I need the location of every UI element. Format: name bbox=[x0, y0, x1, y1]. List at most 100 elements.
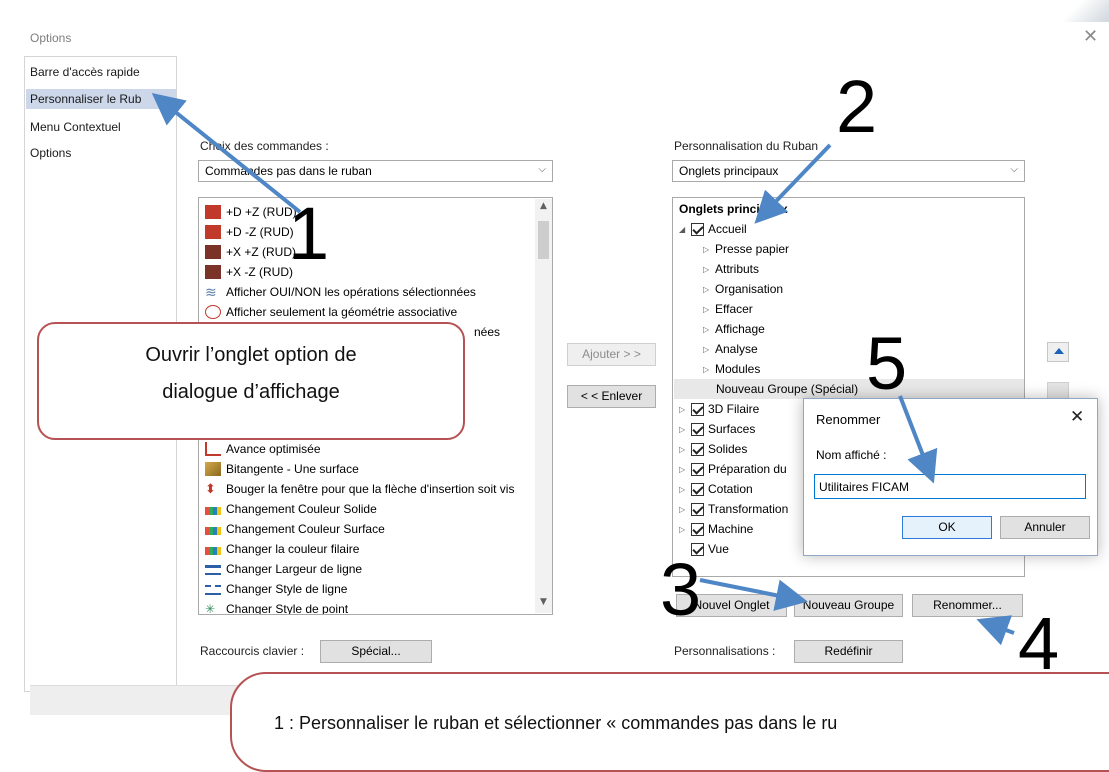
list-item[interactable]: +X -Z (RUD) bbox=[205, 262, 293, 282]
tree-item[interactable]: ▷ Transformation bbox=[679, 499, 788, 519]
list-item[interactable]: +X +Z (RUD) bbox=[205, 242, 296, 262]
arrow-up-icon bbox=[1054, 348, 1064, 354]
list-item[interactable]: Changer Largeur de ligne bbox=[205, 559, 362, 579]
instruction-callout-bottom: 1 : Personnaliser le ruban et sélectionn… bbox=[230, 672, 1109, 772]
checkbox[interactable] bbox=[691, 402, 704, 416]
tree-item-accueil[interactable]: ◢ Accueil bbox=[679, 219, 747, 239]
commands-combo-value: Commandes pas dans le ruban bbox=[205, 164, 372, 178]
waves-icon: ≋ bbox=[205, 284, 217, 300]
tree-item[interactable]: ▷ Surfaces bbox=[679, 419, 755, 439]
arrow-4 bbox=[976, 615, 1015, 646]
rename-button[interactable]: Renommer... bbox=[912, 594, 1023, 617]
scroll-down-icon[interactable]: ▼ bbox=[535, 597, 552, 607]
display-name-input[interactable] bbox=[814, 474, 1086, 499]
step-number-2: 2 bbox=[836, 65, 878, 148]
collapsed-triangle-icon[interactable]: ▷ bbox=[703, 345, 715, 354]
step-number-3: 3 bbox=[660, 548, 702, 631]
collapsed-triangle-icon[interactable]: ▷ bbox=[703, 265, 715, 274]
line-width-icon bbox=[205, 565, 221, 575]
list-item[interactable]: Avance optimisée bbox=[205, 439, 321, 459]
collapsed-triangle-icon[interactable]: ▷ bbox=[679, 505, 691, 514]
cancel-button[interactable]: Annuler bbox=[1000, 516, 1090, 539]
ok-button[interactable]: OK bbox=[902, 516, 992, 539]
tree-item[interactable]: ▷ 3D Filaire bbox=[679, 399, 759, 419]
tree-item[interactable]: ▷ Solides bbox=[679, 439, 747, 459]
red-grid-icon bbox=[205, 205, 221, 219]
tree-item[interactable]: ▷ Presse papier bbox=[703, 239, 789, 259]
close-icon[interactable]: ✕ bbox=[1070, 407, 1084, 427]
list-item[interactable]: +D -Z (RUD) bbox=[205, 222, 294, 242]
new-group-button[interactable]: Nouveau Groupe bbox=[794, 594, 903, 617]
checkbox[interactable] bbox=[691, 222, 704, 236]
commands-scrollbar[interactable]: ▲ ▼ bbox=[535, 199, 552, 613]
step-number-5: 5 bbox=[866, 322, 908, 405]
nav-item-context-menu[interactable]: Menu Contextuel bbox=[30, 120, 121, 134]
geometry-icon bbox=[205, 305, 221, 319]
tree-item[interactable]: ▷ Cotation bbox=[679, 479, 753, 499]
collapsed-triangle-icon[interactable]: ▷ bbox=[679, 485, 691, 494]
ribbon-combo[interactable]: Onglets principaux ⌵ bbox=[672, 160, 1025, 182]
collapsed-triangle-icon[interactable]: ▷ bbox=[703, 305, 715, 314]
move-up-button[interactable] bbox=[1047, 342, 1069, 362]
dark-grid-icon bbox=[205, 265, 221, 279]
tree-item[interactable]: ▷ Affichage bbox=[703, 319, 765, 339]
list-item[interactable]: Changement Couleur Solide bbox=[205, 499, 377, 519]
collapsed-triangle-icon[interactable]: ▷ bbox=[703, 325, 715, 334]
checkbox[interactable] bbox=[691, 482, 704, 496]
callout-line-2: dialogue d’affichage bbox=[162, 381, 340, 403]
red-grid-icon bbox=[205, 225, 221, 239]
checkbox[interactable] bbox=[691, 502, 704, 516]
tree-item-new-group-special[interactable]: Nouveau Groupe (Spécial) bbox=[674, 379, 1024, 399]
optimized-feed-icon bbox=[205, 442, 221, 456]
special-button[interactable]: Spécial... bbox=[320, 640, 432, 663]
tree-item[interactable]: ▷ Attributs bbox=[703, 259, 759, 279]
close-icon[interactable]: ✕ bbox=[1083, 26, 1098, 47]
list-item[interactable]: ⬍ Bouger la fenêtre pour que la flèche d'… bbox=[205, 479, 514, 499]
reset-button[interactable]: Redéfinir bbox=[794, 640, 903, 663]
list-item[interactable]: Bitangente - Une surface bbox=[205, 459, 359, 479]
collapsed-triangle-icon[interactable]: ▷ bbox=[703, 245, 715, 254]
checkbox[interactable] bbox=[691, 422, 704, 436]
tree-item[interactable]: ▷ Modules bbox=[703, 359, 760, 379]
shortcuts-label: Raccourcis clavier : bbox=[200, 644, 305, 658]
list-item[interactable]: nées bbox=[474, 322, 500, 342]
list-item[interactable]: Changer la couleur filaire bbox=[205, 539, 359, 559]
add-button[interactable]: Ajouter > > bbox=[567, 343, 656, 366]
rename-dialog: Renommer ✕ Nom affiché : OK Annuler bbox=[803, 398, 1098, 556]
list-item[interactable]: Changer Style de ligne bbox=[205, 579, 347, 599]
tree-header: Onglets principaux bbox=[679, 202, 788, 216]
collapsed-triangle-icon[interactable]: ▷ bbox=[679, 405, 691, 414]
nav-item-quick-access[interactable]: Barre d'accès rapide bbox=[30, 65, 140, 79]
step-number-4: 4 bbox=[1018, 602, 1060, 685]
list-item[interactable]: ≋ Afficher OUI/NON les opérations sélecti… bbox=[205, 282, 476, 302]
scrollbar-thumb[interactable] bbox=[538, 221, 549, 259]
checkbox[interactable] bbox=[691, 442, 704, 456]
collapsed-triangle-icon[interactable]: ▷ bbox=[679, 425, 691, 434]
arrow-1 bbox=[151, 92, 302, 214]
scroll-up-icon[interactable]: ▲ bbox=[535, 201, 552, 211]
tree-item[interactable]: ▷ Analyse bbox=[703, 339, 758, 359]
color-grid-icon bbox=[205, 507, 221, 515]
collapsed-triangle-icon[interactable]: ▷ bbox=[703, 365, 715, 374]
collapsed-triangle-icon[interactable]: ▷ bbox=[679, 445, 691, 454]
checkbox[interactable] bbox=[691, 462, 704, 476]
nav-item-customize-ribbon[interactable]: Personnaliser le Rub bbox=[26, 89, 176, 109]
tree-item[interactable]: ▷ Effacer bbox=[703, 299, 753, 319]
nav-item-options[interactable]: Options bbox=[30, 146, 71, 160]
list-item[interactable]: +D +Z (RUD) bbox=[205, 202, 297, 222]
tree-item[interactable]: ▷ Machine bbox=[679, 519, 753, 539]
ribbon-combo-value: Onglets principaux bbox=[679, 164, 779, 178]
tree-item[interactable]: ▷ Organisation bbox=[703, 279, 783, 299]
remove-button[interactable]: < < Enlever bbox=[567, 385, 656, 408]
checkbox[interactable] bbox=[691, 522, 704, 536]
tree-item[interactable]: ▷ Préparation du bbox=[679, 459, 787, 479]
collapsed-triangle-icon[interactable]: ▷ bbox=[703, 285, 715, 294]
collapsed-triangle-icon[interactable]: ▷ bbox=[679, 525, 691, 534]
list-item[interactable]: Changement Couleur Surface bbox=[205, 519, 385, 539]
expanded-triangle-icon[interactable]: ◢ bbox=[679, 225, 691, 234]
window-edge-shade bbox=[1049, 0, 1109, 22]
commands-combo[interactable]: Commandes pas dans le ruban ⌵ bbox=[198, 160, 553, 182]
list-item[interactable]: ✳ Changer Style de point bbox=[205, 599, 348, 614]
collapsed-triangle-icon[interactable]: ▷ bbox=[679, 465, 691, 474]
list-item[interactable]: Afficher seulement la géométrie associat… bbox=[205, 302, 457, 322]
